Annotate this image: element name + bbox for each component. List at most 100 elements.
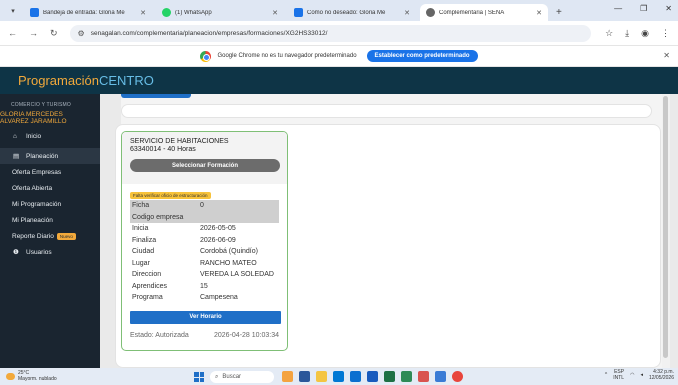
formation-title: SERVICIO DE HABITACIONES <box>130 138 229 145</box>
url-input[interactable]: ⚙ senagalan.com/complementaria/planeacio… <box>69 24 592 42</box>
taskbar-search[interactable]: ⌕ Buscar <box>210 371 274 383</box>
sidebar-item-oferta-abierta[interactable]: Oferta Abierta <box>0 180 100 196</box>
taskbar-apps <box>282 371 463 382</box>
detail-row: Lugar RANCHO MATEO <box>132 259 257 267</box>
detail-row: Ciudad Cordobá (Quindío) <box>132 248 258 256</box>
default-browser-infobar: Google Chrome no es tu navegador predete… <box>0 46 678 67</box>
mail-icon <box>30 8 39 17</box>
scrollbar-thumb[interactable] <box>663 96 668 358</box>
word-icon[interactable] <box>367 371 378 382</box>
detail-row: Programa Campesena <box>132 294 238 302</box>
detail-row: Ficha 0 <box>130 200 279 212</box>
app-header: Programación CENTRO <box>0 67 678 94</box>
edge-icon[interactable] <box>333 371 344 382</box>
chrome-taskbar-icon[interactable] <box>452 371 463 382</box>
file-explorer-icon[interactable] <box>316 371 327 382</box>
app-icon[interactable] <box>435 371 446 382</box>
detail-row: Inicia 2026-05-05 <box>132 225 236 233</box>
sidebar-item-mi-programacion[interactable]: Mi Programación <box>0 196 100 212</box>
sidebar-item-reporte-diario[interactable]: Reporte Diario Nuevo <box>0 228 100 244</box>
language-indicator[interactable]: ESP INTL <box>613 369 624 381</box>
view-schedule-button[interactable]: Ver Horario <box>130 310 281 324</box>
tab-whatsapp[interactable]: (1) WhatsApp ✕ <box>156 4 284 21</box>
close-icon[interactable]: ✕ <box>140 9 146 17</box>
wifi-icon[interactable]: ◠ <box>630 372 634 378</box>
select-formation-button[interactable]: Seleccionar Formación <box>130 159 280 172</box>
tab-gmail-spam[interactable]: Como no deseado: Gloria Me ✕ <box>288 4 416 21</box>
detail-row: Aprendices 15 <box>132 282 208 290</box>
tab-search-icon[interactable]: ▾ <box>6 4 20 18</box>
profile-icon[interactable]: ◉ <box>641 28 649 39</box>
card-header: SERVICIO DE HABITACIONES 63340014 - 40 H… <box>122 132 287 184</box>
formation-code-hours: 63340014 - 40 Horas <box>130 146 196 153</box>
windows-start-icon[interactable] <box>194 372 204 382</box>
brand-title: Programación <box>18 73 99 88</box>
filter-bar <box>121 104 652 118</box>
tab-title: (1) WhatsApp <box>175 9 212 16</box>
mail-icon <box>294 8 303 17</box>
weather-icon <box>6 373 15 380</box>
tab-gmail-inbox[interactable]: Bandeja de entrada: Gloria Me ✕ <box>24 4 152 21</box>
tab-complementaria-sena[interactable]: Complementaria | SENA ✕ <box>420 4 548 21</box>
card-details: Falta verificar oficio de estructuración… <box>122 184 287 324</box>
document-icon: ▤ <box>13 153 20 160</box>
card-footer: Estado: Autorizada 2026-04-28 10:03:34 <box>122 324 287 339</box>
set-default-button[interactable]: Establecer como predeterminado <box>366 50 478 62</box>
close-icon[interactable]: ✕ <box>536 9 542 17</box>
forward-arrow-icon[interactable]: → <box>29 28 38 38</box>
clock[interactable]: 4:32 p.m. 12/05/2026 <box>649 369 674 381</box>
sidebar-item-inicio[interactable]: ⌂ Inicio <box>0 128 100 144</box>
menu-kebab-icon[interactable]: ⋮ <box>661 28 670 39</box>
close-icon[interactable]: ✕ <box>663 51 670 60</box>
tab-title: Complementaria | SENA <box>439 9 505 16</box>
tab-title: Bandeja de entrada: Gloria Me <box>43 9 125 16</box>
info-icon: ❶ <box>13 249 19 256</box>
volume-icon[interactable]: ◂ <box>640 372 643 378</box>
app-icon[interactable] <box>401 371 412 382</box>
app-icon[interactable] <box>418 371 429 382</box>
reload-icon[interactable]: ↻ <box>50 28 58 39</box>
close-icon[interactable]: ✕ <box>404 9 410 17</box>
detail-row: Finaliza 2026-06-09 <box>132 236 236 244</box>
timestamp: 2026-04-28 10:03:34 <box>214 331 279 339</box>
bookmark-star-icon[interactable]: ☆ <box>605 28 613 39</box>
detail-row: Direccion VEREDA LA SOLEDAD <box>132 271 274 279</box>
top-button-edge[interactable] <box>121 94 191 98</box>
sidebar-item-oferta-empresas[interactable]: Oferta Empresas <box>0 164 100 180</box>
home-icon: ⌂ <box>13 132 17 140</box>
window-close-icon[interactable]: ✕ <box>665 4 672 13</box>
weather-widget[interactable]: 25°C Mayorm. nublado <box>0 370 57 382</box>
detail-row: Codigo empresa <box>130 211 279 223</box>
address-bar: ← → ↻ ⚙ senagalan.com/complementaria/pla… <box>0 21 678 46</box>
chrome-icon <box>200 50 212 62</box>
store-icon[interactable] <box>350 371 361 382</box>
system-tray: ^ ESP INTL ◠ ◂ 4:32 p.m. 12/05/2026 <box>605 369 674 381</box>
whatsapp-icon <box>162 8 171 17</box>
browser-tab-bar: ▾ Bandeja de entrada: Gloria Me ✕ (1) Wh… <box>0 0 678 21</box>
widgets-icon[interactable] <box>282 371 293 382</box>
new-tab-button[interactable]: + <box>556 7 562 18</box>
url-text: senagalan.com/complementaria/planeacion/… <box>90 29 328 37</box>
sidebar-item-mi-planeacion[interactable]: Mi Planeación <box>0 212 100 228</box>
tab-title: Como no deseado: Gloria Me <box>307 9 386 16</box>
organization-label: COMERCIO Y TURISMO <box>11 102 71 108</box>
back-arrow-icon[interactable]: ← <box>8 28 17 38</box>
warning-badge: Falta verificar oficio de estructuración <box>130 192 211 199</box>
infobar-message: Google Chrome no es tu navegador predete… <box>217 53 357 59</box>
chevron-up-icon[interactable]: ^ <box>605 372 607 378</box>
site-settings-icon[interactable]: ⚙ <box>78 29 85 38</box>
excel-icon[interactable] <box>384 371 395 382</box>
task-view-icon[interactable] <box>299 371 310 382</box>
download-icon[interactable]: ⤓ <box>625 28 629 39</box>
sidebar-item-usuarios[interactable]: ❶ Usuarios <box>0 244 100 260</box>
close-icon[interactable]: ✕ <box>272 9 278 17</box>
sidebar: COMERCIO Y TURISMO GLORIA MERCEDES ALVAR… <box>0 94 100 368</box>
minimize-icon[interactable]: — <box>614 4 622 13</box>
user-name: GLORIA MERCEDES ALVAREZ JARAMILLO <box>0 111 67 125</box>
formation-card: SERVICIO DE HABITACIONES 63340014 - 40 H… <box>121 131 288 351</box>
search-icon: ⌕ <box>215 373 219 380</box>
sidebar-item-planeacion[interactable]: ▤ Planeación <box>0 148 100 164</box>
restore-icon[interactable]: ❐ <box>640 4 647 13</box>
status-text: Estado: Autorizada <box>130 331 189 339</box>
globe-icon <box>426 8 435 17</box>
